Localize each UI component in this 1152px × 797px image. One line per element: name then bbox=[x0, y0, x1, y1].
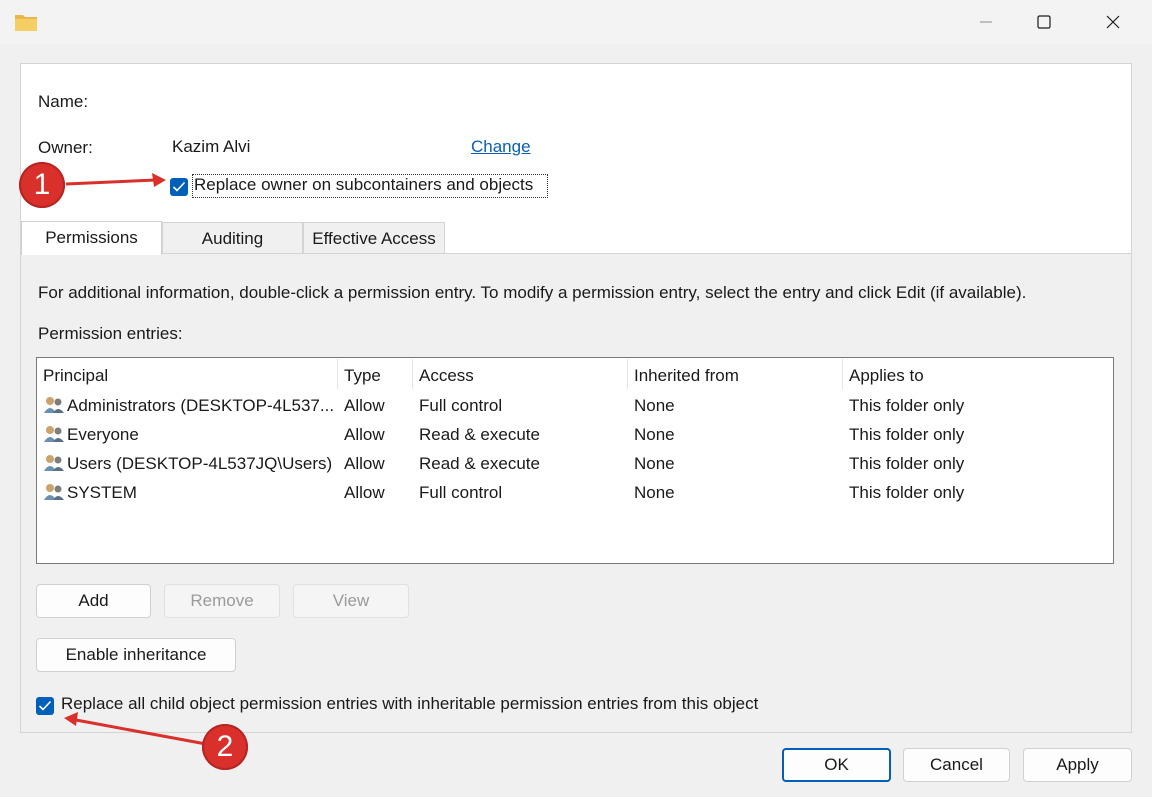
table-row-type: Allow bbox=[344, 454, 385, 473]
enable-inheritance-button[interactable]: Enable inheritance bbox=[36, 638, 236, 672]
table-row-principal[interactable]: Administrators (DESKTOP-4L537... bbox=[67, 396, 334, 416]
column-separator bbox=[627, 359, 628, 389]
column-header-applies-to[interactable]: Applies to bbox=[849, 366, 924, 386]
close-button[interactable] bbox=[1084, 0, 1142, 44]
table-row-applies: This folder only bbox=[849, 396, 965, 415]
user-group-icon bbox=[44, 426, 64, 442]
table-row-access: Read & execute bbox=[419, 425, 540, 444]
replace-owner-label[interactable]: Replace owner on subcontainers and objec… bbox=[194, 175, 533, 195]
permission-entries-label: Permission entries: bbox=[38, 324, 183, 343]
table-row-type: Allow bbox=[344, 396, 385, 415]
column-header-type[interactable]: Type bbox=[344, 366, 381, 386]
minimize-icon bbox=[980, 21, 992, 23]
table-row-access: Full control bbox=[419, 483, 503, 502]
change-owner-link[interactable]: Change bbox=[471, 137, 531, 157]
cancel-button[interactable]: Cancel bbox=[903, 748, 1010, 782]
ok-button[interactable]: OK bbox=[782, 748, 891, 782]
annotation-badge-2: 2 bbox=[202, 724, 248, 770]
table-row-inherited: None bbox=[634, 396, 675, 415]
permission-entries-list[interactable]: Principal Type Access Inherited from App… bbox=[36, 357, 1114, 564]
maximize-button[interactable] bbox=[1015, 0, 1073, 44]
table-row-inherited: None bbox=[634, 454, 675, 473]
view-button[interactable]: View bbox=[293, 584, 409, 618]
tab-permissions[interactable]: Permissions bbox=[21, 221, 162, 255]
owner-value: Kazim Alvi bbox=[172, 137, 251, 156]
annotation-arrow-2 bbox=[64, 712, 207, 746]
owner-label: Owner: bbox=[38, 138, 93, 157]
checkmark-icon bbox=[38, 700, 52, 711]
column-separator bbox=[842, 359, 843, 389]
annotation-arrow-1 bbox=[65, 173, 166, 187]
close-icon bbox=[1106, 15, 1120, 29]
column-header-principal[interactable]: Principal bbox=[43, 366, 108, 386]
table-row-type: Allow bbox=[344, 425, 385, 444]
minimize-button[interactable] bbox=[957, 0, 1015, 44]
tab-auditing[interactable]: Auditing bbox=[162, 222, 303, 254]
annotation-badge-1: 1 bbox=[19, 162, 65, 208]
title-bar bbox=[0, 0, 1152, 44]
name-label: Name: bbox=[38, 92, 89, 111]
user-group-icon bbox=[44, 455, 64, 471]
table-row-type: Allow bbox=[344, 483, 385, 502]
table-row-inherited: None bbox=[634, 483, 675, 502]
table-row-applies: This folder only bbox=[849, 483, 965, 502]
checkmark-icon bbox=[172, 181, 186, 192]
table-row-inherited: None bbox=[634, 425, 675, 444]
replace-owner-checkbox[interactable] bbox=[170, 178, 188, 196]
column-header-inherited-from[interactable]: Inherited from bbox=[634, 366, 739, 386]
table-row-access: Full control bbox=[419, 396, 503, 415]
user-group-icon bbox=[44, 397, 64, 413]
table-row-applies: This folder only bbox=[849, 425, 965, 444]
user-group-icon bbox=[44, 484, 64, 500]
remove-button[interactable]: Remove bbox=[164, 584, 280, 618]
table-row-access: Read & execute bbox=[419, 454, 540, 473]
add-button[interactable]: Add bbox=[36, 584, 151, 618]
info-text: For additional information, double-click… bbox=[38, 283, 1027, 302]
column-separator bbox=[337, 359, 338, 389]
column-header-access[interactable]: Access bbox=[419, 366, 474, 386]
maximize-icon bbox=[1037, 15, 1051, 29]
folder-icon bbox=[15, 15, 37, 31]
apply-button[interactable]: Apply bbox=[1023, 748, 1132, 782]
table-row-applies: This folder only bbox=[849, 454, 965, 473]
column-separator bbox=[412, 359, 413, 389]
table-row-principal[interactable]: Everyone bbox=[67, 425, 139, 445]
table-row-principal[interactable]: SYSTEM bbox=[67, 483, 137, 503]
tab-effective-access[interactable]: Effective Access bbox=[303, 222, 445, 254]
replace-child-permissions-checkbox[interactable] bbox=[36, 697, 54, 715]
tab-divider bbox=[21, 253, 1131, 254]
table-row-principal[interactable]: Users (DESKTOP-4L537JQ\Users) bbox=[67, 454, 332, 474]
